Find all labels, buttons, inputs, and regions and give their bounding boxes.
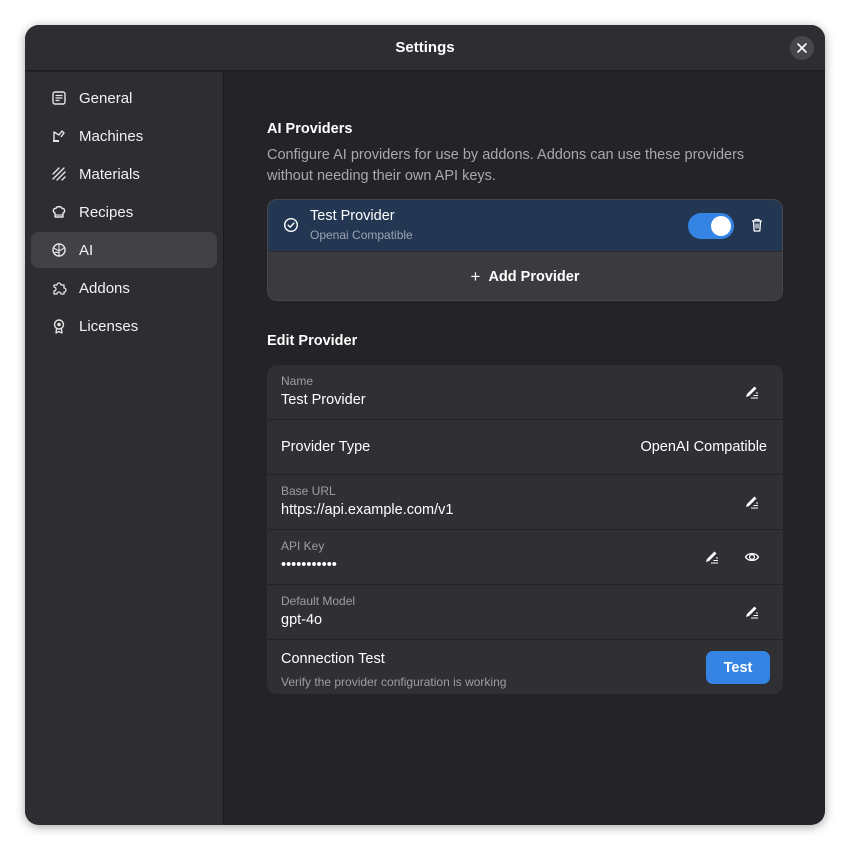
edit-pencil-icon[interactable] bbox=[744, 384, 760, 400]
api-key-label: API Key bbox=[281, 539, 325, 553]
license-icon bbox=[51, 318, 67, 334]
add-provider-button[interactable]: + Add Provider bbox=[268, 252, 782, 300]
name-value: Test Provider bbox=[281, 392, 366, 408]
trash-icon[interactable] bbox=[749, 217, 765, 233]
edit-pencil-icon[interactable] bbox=[744, 604, 760, 620]
default-model-label: Default Model bbox=[281, 594, 356, 608]
plus-icon: + bbox=[470, 267, 481, 286]
provider-type-row[interactable]: Provider Type OpenAI Compatible bbox=[267, 420, 783, 475]
sidebar-item-materials[interactable]: Materials bbox=[31, 156, 217, 192]
add-provider-label: Add Provider bbox=[488, 269, 580, 285]
general-icon bbox=[51, 90, 67, 106]
provider-list: Test Provider Openai Compatible + Add Pr… bbox=[267, 199, 783, 301]
check-circle-icon bbox=[283, 217, 299, 233]
name-label: Name bbox=[281, 374, 314, 388]
sidebar-item-recipes[interactable]: Recipes bbox=[31, 194, 217, 230]
sidebar-item-label: AI bbox=[79, 241, 94, 259]
sidebar-item-licenses[interactable]: Licenses bbox=[31, 308, 217, 344]
edit-pencil-icon[interactable] bbox=[744, 494, 760, 510]
sidebar-item-label: Materials bbox=[79, 165, 140, 183]
main-content: AI Providers Configure AI providers for … bbox=[225, 72, 825, 825]
title-bar: Settings bbox=[25, 25, 825, 71]
provider-row[interactable]: Test Provider Openai Compatible bbox=[268, 200, 782, 252]
sidebar-item-label: General bbox=[79, 89, 133, 107]
sidebar-item-machines[interactable]: Machines bbox=[31, 118, 217, 154]
default-model-row[interactable]: Default Model gpt-4o bbox=[267, 585, 783, 640]
name-row[interactable]: Name Test Provider bbox=[267, 365, 783, 420]
settings-window: Settings General Machines Materials Reci… bbox=[25, 25, 825, 825]
edit-pencil-icon[interactable] bbox=[704, 549, 720, 565]
show-password-eye-icon[interactable] bbox=[744, 549, 760, 565]
window-title: Settings bbox=[395, 39, 455, 56]
test-connection-button[interactable]: Test bbox=[706, 651, 770, 684]
machine-icon bbox=[51, 128, 67, 144]
materials-icon bbox=[51, 166, 67, 182]
base-url-label: Base URL bbox=[281, 484, 336, 498]
provider-type-value: OpenAI Compatible bbox=[640, 439, 767, 455]
sidebar: General Machines Materials Recipes AI Ad… bbox=[25, 72, 224, 825]
provider-enabled-toggle[interactable] bbox=[688, 213, 734, 239]
ai-icon bbox=[51, 242, 67, 258]
base-url-row[interactable]: Base URL https://api.example.com/v1 bbox=[267, 475, 783, 530]
provider-name: Test Provider bbox=[310, 208, 395, 224]
connection-test-subtitle: Verify the provider configuration is wor… bbox=[281, 675, 507, 689]
edit-provider-heading: Edit Provider bbox=[267, 333, 358, 349]
recipes-icon bbox=[51, 204, 67, 220]
connection-test-row: Connection Test Verify the provider conf… bbox=[267, 640, 783, 694]
connection-test-title: Connection Test bbox=[281, 651, 385, 667]
sidebar-item-label: Addons bbox=[79, 279, 130, 297]
sidebar-item-general[interactable]: General bbox=[31, 80, 217, 116]
sidebar-item-label: Recipes bbox=[79, 203, 134, 221]
api-key-row[interactable]: API Key ••••••••••• bbox=[267, 530, 783, 585]
toggle-knob bbox=[711, 216, 731, 236]
provider-type: Openai Compatible bbox=[310, 228, 413, 242]
ai-providers-heading: AI Providers bbox=[267, 121, 353, 137]
edit-provider-form: Name Test Provider Provider Type OpenAI … bbox=[267, 365, 783, 694]
close-icon bbox=[797, 43, 807, 53]
provider-type-label: Provider Type bbox=[281, 439, 371, 455]
ai-providers-description: Configure AI providers for use by addons… bbox=[267, 147, 745, 184]
sidebar-item-label: Licenses bbox=[79, 317, 139, 335]
base-url-value: https://api.example.com/v1 bbox=[281, 502, 454, 518]
sidebar-item-addons[interactable]: Addons bbox=[31, 270, 217, 306]
sidebar-item-ai[interactable]: AI bbox=[31, 232, 217, 268]
api-key-value: ••••••••••• bbox=[281, 557, 337, 573]
sidebar-item-label: Machines bbox=[79, 127, 144, 145]
puzzle-icon bbox=[51, 280, 67, 296]
close-button[interactable] bbox=[790, 36, 814, 60]
default-model-value: gpt-4o bbox=[281, 612, 323, 628]
